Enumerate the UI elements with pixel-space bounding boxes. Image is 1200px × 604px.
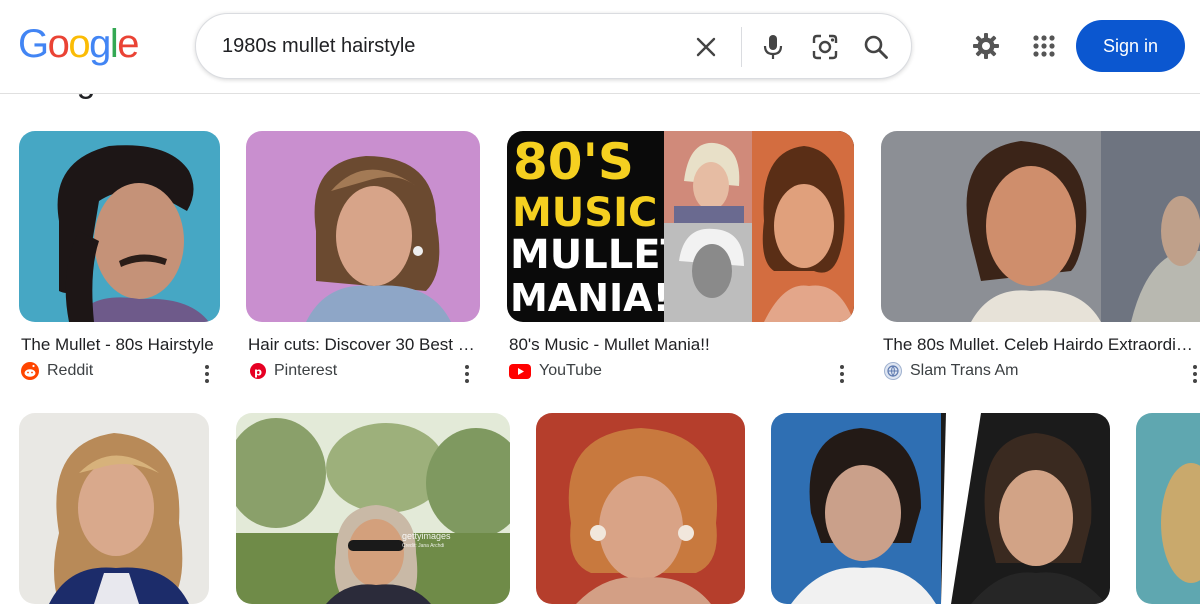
search-icon (864, 35, 888, 59)
source-name: Pinterest (274, 362, 338, 379)
result-caption[interactable]: The 80s Mullet. Celeb Hairdo Extraordina… (883, 335, 1200, 355)
voice-search-button[interactable] (757, 29, 789, 65)
image-search-button[interactable] (807, 29, 843, 65)
result-caption[interactable]: The Mullet - 80s Hairstyle (21, 335, 220, 355)
result-source[interactable]: p Pinterest (250, 362, 337, 380)
logo-letter: g (89, 22, 111, 66)
result-source[interactable]: Slam Trans Am (884, 362, 1018, 380)
result-thumbnail[interactable] (19, 413, 209, 604)
more-options-button[interactable] (197, 362, 217, 386)
result-caption[interactable]: Hair cuts: Discover 30 Best 80s Hairstyl… (248, 335, 476, 355)
logo-letter: o (47, 22, 70, 66)
sign-in-button[interactable]: Sign in (1076, 20, 1185, 72)
youtube-icon (509, 363, 531, 379)
result-thumbnail[interactable] (536, 413, 745, 604)
logo-letter: o (68, 22, 90, 66)
search-input[interactable]: 1980s mullet hairstyle (222, 35, 415, 58)
more-options-button[interactable] (832, 362, 852, 386)
result-thumbnail[interactable]: gettyimages Credit: Jana Archdi (236, 413, 510, 604)
globe-icon (884, 362, 902, 380)
camera-lens-icon (812, 34, 838, 60)
logo-letter: e (117, 22, 139, 66)
close-icon (696, 37, 716, 57)
result-card[interactable]: 80'S MUSIC MULLET MANIA!! 80's Music - M… (507, 131, 854, 391)
source-name: Reddit (47, 362, 94, 379)
pinterest-icon: p (250, 363, 266, 379)
result-source[interactable]: YouTube (509, 362, 602, 380)
watermark: gettyimages (402, 531, 451, 541)
result-card[interactable] (771, 413, 1110, 604)
source-name: YouTube (539, 362, 602, 379)
result-caption[interactable]: 80's Music - Mullet Mania!! (509, 335, 829, 355)
result-card[interactable]: gettyimages Credit: Jana Archdi (236, 413, 510, 604)
thumbnail-text: MUSIC (512, 190, 658, 236)
clear-button[interactable] (690, 31, 722, 63)
microphone-icon (763, 35, 783, 59)
result-card[interactable] (19, 413, 209, 604)
reddit-icon (21, 362, 39, 380)
google-logo[interactable]: Google (18, 22, 139, 67)
result-source[interactable]: Reddit (21, 362, 93, 380)
svg-text:p: p (254, 366, 262, 379)
result-card[interactable]: Hair cuts: Discover 30 Best 80s Hairstyl… (246, 131, 480, 391)
result-card[interactable] (1136, 413, 1200, 604)
thumbnail-text: MULLET (510, 232, 688, 278)
search-box[interactable]: 1980s mullet hairstyle (195, 13, 912, 79)
result-thumbnail[interactable]: 80'S MUSIC MULLET MANIA!! (507, 131, 854, 322)
apps-button[interactable] (1024, 26, 1064, 66)
logo-letter: l (109, 22, 119, 66)
top-bar: Google 1980s mullet hairstyle Sign in (0, 0, 1200, 94)
source-name: Slam Trans Am (910, 362, 1019, 379)
logo-letter: G (18, 22, 49, 66)
gear-icon (973, 33, 999, 59)
settings-button[interactable] (966, 26, 1006, 66)
search-divider (741, 27, 742, 67)
result-card[interactable]: The 80s Mullet. Celeb Hairdo Extraordina… (881, 131, 1200, 391)
result-thumbnail[interactable] (771, 413, 1110, 604)
apps-grid-icon (1033, 35, 1055, 57)
more-options-button[interactable] (457, 362, 477, 386)
result-thumbnail[interactable] (246, 131, 480, 322)
search-button[interactable] (858, 29, 894, 65)
result-thumbnail[interactable] (1136, 413, 1200, 604)
thumbnail-text: MANIA!! (510, 276, 688, 320)
more-options-button[interactable] (1185, 362, 1200, 386)
result-card[interactable]: The Mullet - 80s Hairstyle Reddit (19, 131, 220, 391)
thumbnail-text: 80'S (513, 133, 634, 191)
result-card[interactable] (536, 413, 745, 604)
result-thumbnail[interactable] (881, 131, 1200, 322)
watermark-credit: Credit: Jana Archdi (402, 543, 445, 549)
result-thumbnail[interactable] (19, 131, 220, 322)
